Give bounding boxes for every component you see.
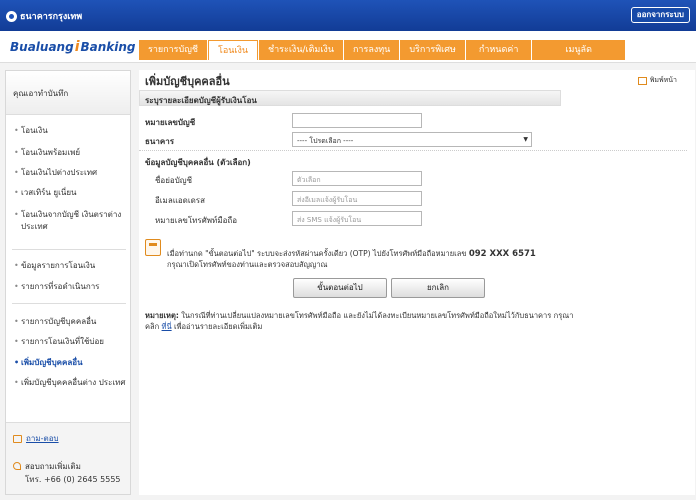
account-number-label: หมายเลขบัญชี <box>145 118 196 127</box>
sidebar: คุณเอาทำบันทึก โอนเงิน โอนเงินพร้อมเพย์ … <box>5 70 131 495</box>
optional-info-heading: ข้อมูลบัญชีบุคคลอื่น (ตัวเลือก) <box>145 158 251 167</box>
brand-bar: BualuangiBanking รายการบัญชี โอนเงิน ชำร… <box>0 31 696 63</box>
mobile-input[interactable]: ส่ง SMS แจ้งผู้รับโอน <box>292 211 422 226</box>
bank-name: ธนาคารกรุงเทพ <box>20 12 83 22</box>
tab-shortcut-menu[interactable]: เมนูลัด <box>532 40 625 60</box>
logout-button[interactable]: ออกจากระบบ <box>630 7 690 23</box>
email-input[interactable]: ส่งอีเมลแจ้งผู้รับโอน <box>292 191 422 206</box>
sidebar-item-western-union[interactable]: เวสเทิร์น ยูเนี่ยน <box>14 187 126 199</box>
cancel-button[interactable]: ยกเลิก <box>391 278 485 298</box>
nickname-label: ชื่อย่อบัญชี <box>155 176 193 185</box>
account-number-input[interactable] <box>292 113 422 128</box>
print-icon <box>637 76 647 85</box>
top-bar: ธนาคารกรุงเทพ ออกจากระบบ <box>0 0 696 31</box>
tab-transfer[interactable]: โอนเงิน <box>208 40 259 60</box>
tab-payment[interactable]: ชำระเงิน/เติมเงิน <box>259 40 343 60</box>
brand-i-icon: i <box>74 39 80 55</box>
sidebar-item-pending[interactable]: รายการที่รอดำเนินการ <box>14 281 126 293</box>
otp-phone-number: 092 XXX 6571 <box>468 249 536 259</box>
otp-text: เมื่อท่านกด "ขั้นตอนต่อไป" ระบบจะส่งรหัส… <box>167 249 467 258</box>
email-label: อีเมลแอดเดรส <box>155 196 205 205</box>
sidebar-heading: คุณเอาทำบันทึก <box>6 71 130 115</box>
sidebar-item-add-third-party[interactable]: เพิ่มบัญชีบุคคลอื่น <box>14 357 126 369</box>
brand-name-left: Bualuang <box>10 40 74 54</box>
otp-instruction: กรุณาเปิดโทรศัพท์ของท่านและตรวจสอบสัญญาณ <box>167 260 328 269</box>
main-panel: เพิ่มบัญชีบุคคลอื่น พิมพ์หน้า ระบุรายละเ… <box>139 70 695 495</box>
contact-line1: สอบถามเพิ่มเติม <box>25 462 81 471</box>
sidebar-divider <box>12 249 126 250</box>
section-header: ระบุรายละเอียดบัญชีผู้รับเงินโอน <box>139 90 561 106</box>
page-title: เพิ่มบัญชีบุคคลอื่น <box>145 75 230 88</box>
nickname-input[interactable]: ตัวเลือก <box>292 171 422 186</box>
tab-accounts[interactable]: รายการบัญชี <box>139 40 207 60</box>
bualuang-ibanking-logo[interactable]: BualuangiBanking <box>10 39 136 55</box>
print-label: พิมพ์หน้า <box>649 76 677 84</box>
print-link[interactable]: พิมพ์หน้า <box>637 75 677 86</box>
phone-icon <box>13 462 21 470</box>
note-link[interactable]: ที่นี่ <box>162 322 172 331</box>
tab-settings[interactable]: กำหนดค่า <box>465 40 532 60</box>
sms-icon <box>145 239 161 256</box>
faq-label: ถาม-ตอบ <box>26 434 59 443</box>
next-step-button[interactable]: ขั้นตอนต่อไป <box>293 278 387 298</box>
bank-logo-icon <box>6 10 17 22</box>
bank-logo: ธนาคารกรุงเทพ <box>6 9 82 23</box>
contact-info: สอบถามเพิ่มเติม โทร. +66 (0) 2645 5555 <box>13 460 121 486</box>
brand-name-right: Banking <box>80 40 136 54</box>
main-nav: รายการบัญชี โอนเงิน ชำระเงิน/เติมเงิน กา… <box>139 40 626 60</box>
sidebar-item-fcd-transfer[interactable]: โอนเงินจากบัญชี เงินตราต่างประเทศ <box>14 209 126 233</box>
tab-special-services[interactable]: บริการพิเศษ <box>400 40 465 60</box>
sidebar-item-favorite-transfers[interactable]: รายการโอนเงินที่ใช้บ่อย <box>14 336 126 348</box>
bank-label: ธนาคาร <box>145 137 174 146</box>
sidebar-footer: ถาม-ตอบ สอบถามเพิ่มเติม โทร. +66 (0) 264… <box>6 422 130 494</box>
divider <box>139 150 687 151</box>
note-label: หมายเหตุ: <box>145 311 179 320</box>
note: หมายเหตุ: ในกรณีที่ท่านเปลี่ยนแปลงหมายเล… <box>145 310 585 332</box>
note-tail: เพื่ออ่านรายละเอียดเพิ่มเติม <box>174 322 263 331</box>
sidebar-item-international-transfer[interactable]: โอนเงินไปต่างประเทศ <box>14 167 126 179</box>
bank-select-value: ---- โปรดเลือก ---- <box>297 137 354 145</box>
sidebar-divider <box>12 303 126 304</box>
sidebar-item-promptpay[interactable]: โอนเงินพร้อมเพย์ <box>14 147 126 159</box>
faq-link[interactable]: ถาม-ตอบ <box>13 432 59 445</box>
mobile-label: หมายเลขโทรศัพท์มือถือ <box>155 216 238 225</box>
chevron-down-icon: ▼ <box>523 136 528 143</box>
sidebar-item-transfer[interactable]: โอนเงิน <box>14 125 126 137</box>
bank-select[interactable]: ---- โปรดเลือก ---- ▼ <box>292 132 532 147</box>
faq-icon <box>13 434 22 443</box>
sidebar-item-third-party-accounts[interactable]: รายการบัญชีบุคคลอื่น <box>14 316 126 328</box>
contact-phone: โทร. +66 (0) 2645 5555 <box>25 475 121 484</box>
sidebar-item-add-international-account[interactable]: เพิ่มบัญชีบุคคลอื่นต่าง ประเทศ <box>14 377 126 389</box>
sidebar-item-transfer-info[interactable]: ข้อมูลรายการโอนเงิน <box>14 260 126 272</box>
tab-investment[interactable]: การลงทุน <box>343 40 400 60</box>
